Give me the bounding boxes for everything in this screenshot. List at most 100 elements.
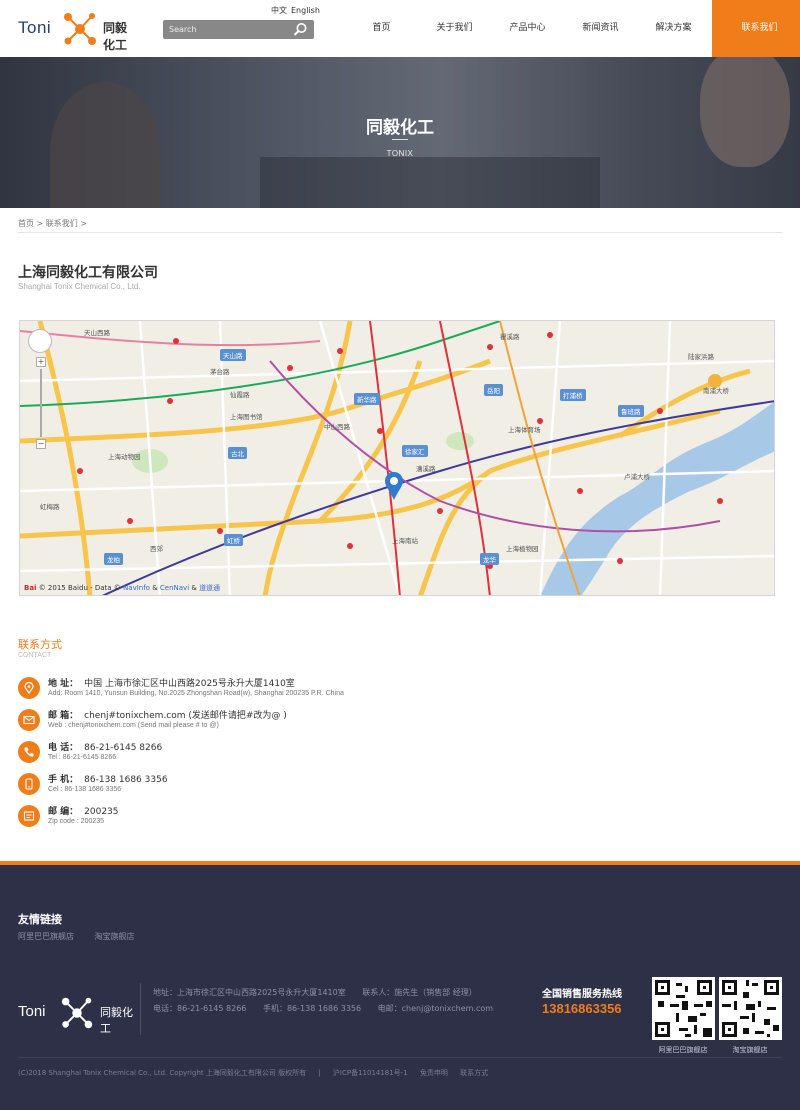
divider — [18, 232, 782, 233]
divider — [140, 983, 141, 1035]
map-link-cennavi[interactable]: CenNavi — [160, 584, 189, 592]
link-disclaimer[interactable]: 免责申明 — [420, 1069, 448, 1077]
qr-caption-alibaba: 阿里巴巴旗舰店 — [658, 1046, 708, 1054]
footer-email[interactable]: 电邮：chenj@tonixchem.com — [378, 1004, 493, 1013]
location-pin-icon[interactable] — [384, 471, 404, 501]
contact-title: 联系方式 — [18, 638, 62, 651]
nav-products[interactable]: 产品中心 — [491, 0, 564, 57]
map-label: 茅台路 — [210, 368, 230, 376]
footer-mobile: 手机：86-138 1686 3356 — [262, 1004, 362, 1013]
mobile-value: 86-138 1686 3356 — [84, 775, 168, 785]
email-value: chenj#tonixchem.com (发送邮件请把#改为@ ) — [84, 711, 287, 721]
map-label: 漕溪路 — [416, 465, 436, 473]
footer-bottom-bar: (C)2018 Shanghai Tonix Chemical Co., Ltd… — [18, 1069, 489, 1077]
map-pan-control[interactable] — [28, 329, 52, 353]
site-logo[interactable]: Toni 同毅化工 — [18, 9, 138, 52]
map-label: 西郊 — [150, 545, 163, 553]
search-icon[interactable] — [293, 22, 308, 37]
map-tag: 龙华 — [480, 553, 499, 565]
map-copyright: Bai © 2015 Baidu - Data © NavInfo & CenN… — [24, 584, 221, 592]
map-tag: 虹桥 — [224, 534, 243, 546]
map-label: 瞿溪路 — [500, 333, 520, 341]
zipcode-en: Zip code : 200235 — [48, 818, 105, 825]
site-header: Toni 同毅化工 中文 English 首页 关于我们 产品中心 新闻资讯 解决… — [0, 0, 800, 57]
map-label: 上海南站 — [392, 537, 418, 545]
map-tag: 徐家汇 — [402, 445, 428, 457]
molecule-logo-icon — [64, 13, 96, 45]
baidu-map[interactable]: + − 天山西路 天山路 茅台路 仙霞路 古北 龙柏 虹桥 中山西路 新华路 徐… — [19, 320, 775, 596]
nav-about[interactable]: 关于我们 — [418, 0, 491, 57]
site-footer: 友情链接 阿里巴巴旗舰店 淘宝旗舰店 Toni 同毅化工 地址：上海市徐汇区中山… — [0, 865, 800, 1110]
link-taobao-store[interactable]: 淘宝旗舰店 — [95, 932, 135, 941]
copyright-text: (C)2018 Shanghai Tonix Chemical Co., Ltd… — [18, 1069, 307, 1077]
map-tag: 鲁班路 — [618, 405, 644, 417]
molecule-logo-icon — [61, 997, 93, 1029]
map-label: 南浦大桥 — [703, 387, 729, 395]
phone-icon — [18, 741, 40, 763]
nav-news[interactable]: 新闻资讯 — [564, 0, 637, 57]
main-nav: 首页 关于我们 产品中心 新闻资讯 解决方案 联系我们 — [345, 0, 800, 57]
link-alibaba-store[interactable]: 阿里巴巴旗舰店 — [18, 932, 74, 941]
hotline-number: 13816863356 — [542, 1001, 622, 1016]
map-label: 陆家浜路 — [688, 353, 714, 361]
qr-code-alibaba-icon — [652, 977, 715, 1040]
map-label: 虹梅路 — [40, 503, 60, 511]
friend-links-title: 友情链接 — [18, 913, 62, 926]
address-value: 中国 上海市徐汇区中山西路2025号永升大厦1410室 — [84, 679, 295, 689]
phone-en: Tel : 86-21-6145 8266 — [48, 754, 117, 761]
link-contact[interactable]: 联系方式 — [460, 1069, 488, 1077]
icp-license[interactable]: 沪ICP备11014181号-1 — [333, 1069, 408, 1077]
breadcrumb-current[interactable]: 联系我们 — [46, 219, 78, 228]
map-label: 卢浦大桥 — [624, 473, 650, 481]
map-tag: 龙柏 — [104, 553, 123, 565]
contact-subtitle: CONTACT — [18, 652, 52, 659]
map-zoom-in-button[interactable]: + — [36, 357, 46, 367]
map-link-navinfo[interactable]: NavInfo — [123, 584, 150, 592]
map-tag: 打浦桥 — [560, 389, 586, 401]
nav-solutions[interactable]: 解决方案 — [637, 0, 710, 57]
map-label: 仙霞路 — [230, 391, 250, 399]
hotline-title: 全国销售服务热线 — [542, 989, 622, 1000]
address-en: Add: Room 1410, Yunsun Building, No.2025… — [48, 690, 344, 697]
logo-cn: 同毅化工 — [103, 21, 128, 52]
nav-home[interactable]: 首页 — [345, 0, 418, 57]
lang-en[interactable]: English — [291, 6, 320, 15]
map-label: 上海植物园 — [506, 545, 539, 553]
banner-divider — [392, 139, 408, 140]
mobile-icon — [18, 773, 40, 795]
map-zoom-control: + − — [36, 357, 46, 449]
breadcrumb: 首页 > 联系我们 > — [18, 219, 88, 228]
qr-code-taobao-icon — [719, 977, 782, 1040]
map-link-daodaotong[interactable]: 道道通 — [199, 584, 220, 592]
map-label: 上海动物园 — [108, 453, 141, 461]
friend-links: 阿里巴巴旗舰店 淘宝旗舰店 — [18, 931, 153, 942]
lang-cn[interactable]: 中文 — [271, 6, 287, 15]
map-label: 上海体育场 — [508, 426, 541, 434]
language-switch: 中文 English — [271, 5, 324, 16]
hero-banner: 同毅化工 TONIX — [0, 57, 800, 208]
map-label: 中山西路 — [324, 423, 350, 431]
qr-caption-taobao: 淘宝旗舰店 — [732, 1046, 768, 1054]
map-label: 天山西路 — [84, 329, 110, 337]
search-input[interactable] — [169, 23, 287, 36]
search-box — [163, 20, 314, 39]
company-name-en: Shanghai Tonix Chemical Co., Ltd. — [18, 282, 141, 291]
mail-icon — [18, 709, 40, 731]
footer-phone: 电话：86-21-6145 8266 — [153, 1004, 247, 1013]
zipcode-value: 200235 — [84, 807, 119, 817]
map-tag: 古北 — [228, 447, 247, 459]
map-tag: 天山路 — [220, 349, 246, 361]
banner-title: 同毅化工 — [366, 118, 434, 138]
phone-value: 86-21-6145 8266 — [84, 743, 163, 753]
map-zoom-out-button[interactable]: − — [36, 439, 46, 449]
map-label: 上海图书馆 — [230, 413, 263, 421]
email-en: Web : chenj#tonixchem.com (Send mail ple… — [48, 722, 219, 729]
footer-logo[interactable]: Toni 同毅化工 — [18, 990, 138, 1035]
banner-subtitle: TONIX — [386, 149, 414, 158]
footer-info-row2: 电话：86-21-6145 8266 手机：86-138 1686 3356 电… — [153, 1003, 507, 1014]
footer-contact-person: 联系人：施先生（销售部 经理） — [362, 988, 477, 997]
nav-contact[interactable]: 联系我们 — [712, 0, 800, 57]
breadcrumb-home[interactable]: 首页 — [18, 219, 34, 228]
footer-info-row1: 地址：上海市徐汇区中山西路2025号永升大厦1410室 联系人：施先生（销售部 … — [153, 987, 491, 998]
map-tag: 岳阳 — [484, 384, 503, 396]
